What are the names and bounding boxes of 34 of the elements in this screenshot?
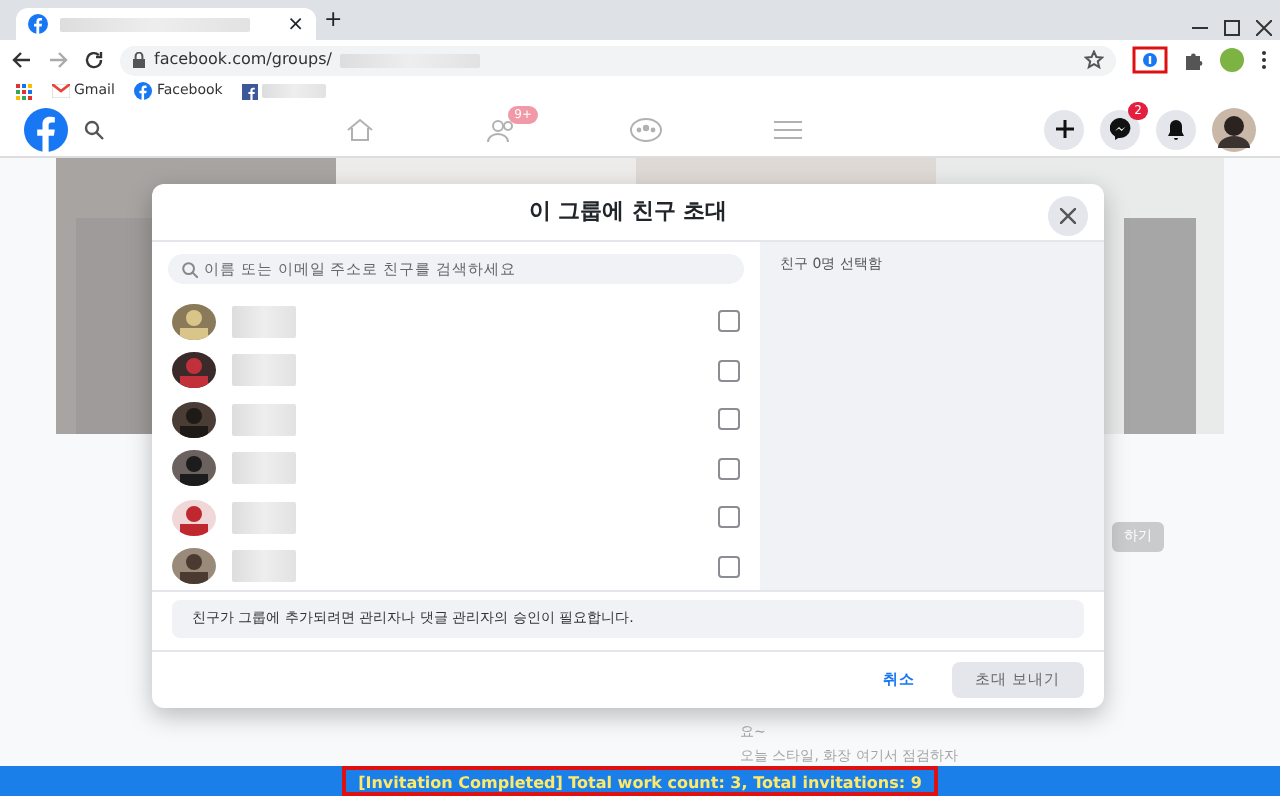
new-tab-button[interactable]: + bbox=[324, 3, 343, 36]
browser-tab[interactable]: × bbox=[16, 8, 316, 40]
maximize-icon[interactable] bbox=[1224, 20, 1240, 36]
star-icon[interactable] bbox=[1084, 50, 1104, 70]
reload-icon[interactable] bbox=[84, 50, 104, 70]
checkbox[interactable] bbox=[718, 506, 740, 528]
blurred-name bbox=[232, 452, 296, 484]
facebook-square-icon bbox=[242, 83, 259, 99]
blurred-name bbox=[232, 501, 296, 533]
puzzle-icon[interactable] bbox=[1184, 50, 1204, 70]
checkbox[interactable] bbox=[718, 555, 740, 577]
more-icon[interactable] bbox=[1260, 50, 1268, 70]
facebook-logo-icon bbox=[134, 82, 153, 100]
create-button[interactable] bbox=[1044, 109, 1084, 149]
search-icon[interactable] bbox=[84, 119, 104, 139]
address-text: facebook.com/groups/ bbox=[154, 48, 332, 72]
bell-icon bbox=[1166, 119, 1186, 139]
address-bar[interactable]: facebook.com/groups/ bbox=[120, 45, 1116, 75]
lock-icon bbox=[132, 52, 146, 68]
close-tab-button[interactable]: × bbox=[287, 9, 304, 39]
apps-icon[interactable] bbox=[16, 83, 32, 99]
close-icon[interactable] bbox=[1256, 20, 1272, 36]
blurred-name bbox=[232, 550, 296, 582]
messenger-icon bbox=[1109, 118, 1131, 140]
facebook-logo-icon bbox=[28, 14, 48, 34]
notifications-button[interactable] bbox=[1156, 109, 1196, 149]
blurred-bookmark bbox=[262, 84, 327, 98]
gmail-icon bbox=[52, 84, 70, 98]
status-message: [Invitation Completed] Total work count: 3, Total invitations: 9 bbox=[342, 766, 938, 796]
plus-icon bbox=[1055, 120, 1073, 138]
extension-icon[interactable] bbox=[1132, 46, 1168, 74]
checkbox[interactable] bbox=[718, 457, 740, 479]
facebook-logo-icon[interactable] bbox=[24, 107, 68, 151]
back-icon[interactable] bbox=[12, 50, 32, 70]
